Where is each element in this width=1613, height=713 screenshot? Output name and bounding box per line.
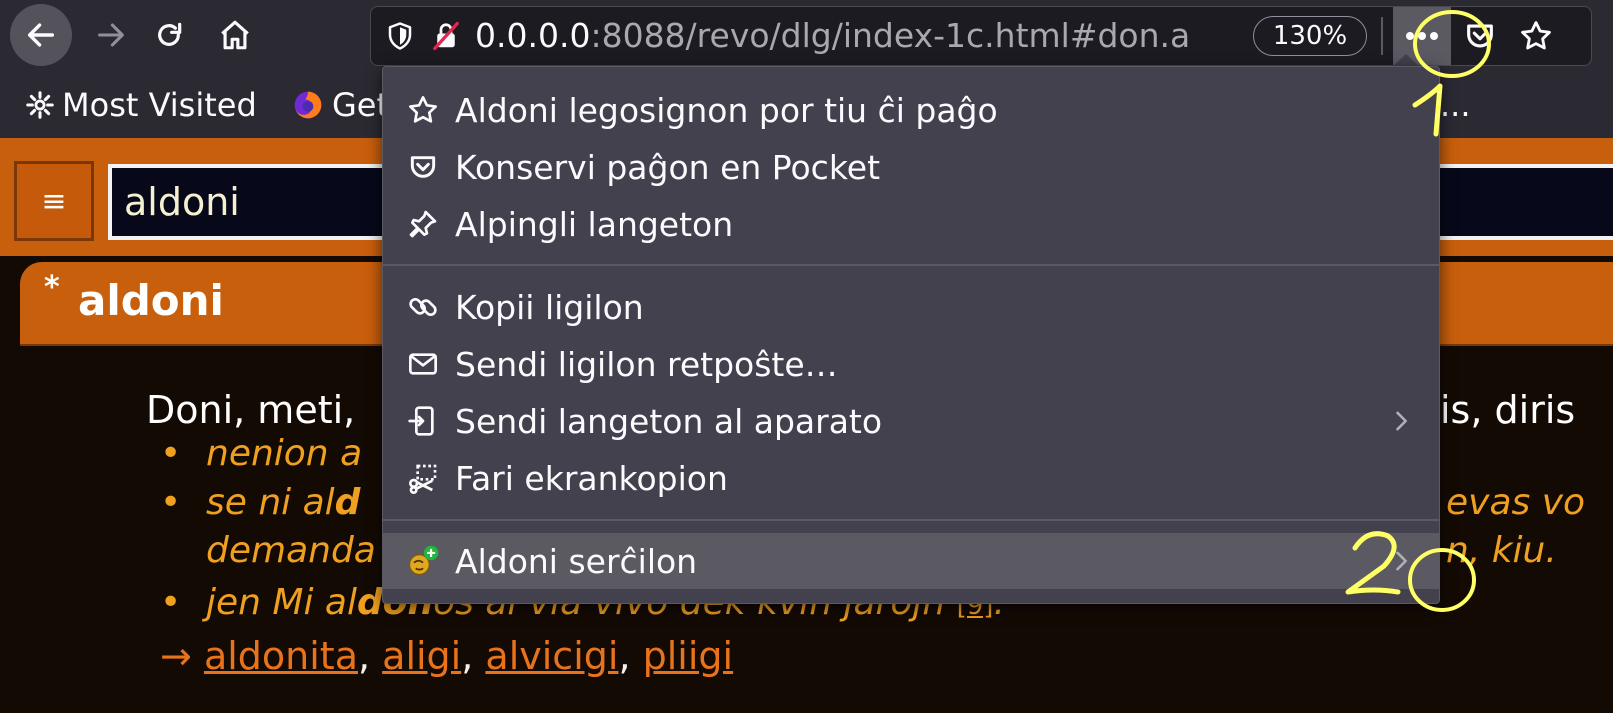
pocket-icon — [1467, 24, 1493, 48]
bookmark-label: Most Visited — [62, 86, 257, 124]
chevron-right-icon — [1396, 551, 1407, 571]
pocket-icon — [405, 149, 441, 185]
menu-item-label: Aldoni serĉilon — [455, 541, 698, 581]
arrow-right-icon — [98, 23, 124, 47]
bullet: • — [160, 433, 182, 474]
more-dots-icon — [1406, 32, 1438, 40]
menu-item-label: Sendi langeton al aparato — [455, 401, 883, 441]
menu-item-copy-link[interactable]: Kopii ligilon — [383, 279, 1439, 335]
menu-item-bookmark[interactable]: Aldoni legosignon por tiu ĉi paĝo — [383, 82, 1439, 138]
star-icon — [1521, 21, 1551, 50]
definition-text: Doni, meti, — [146, 388, 356, 432]
home-button[interactable] — [210, 10, 260, 60]
link-alvicigi[interactable]: alvicigi — [485, 634, 618, 678]
url-bar-divider — [1381, 17, 1383, 55]
link-pliigi[interactable]: pliigi — [643, 634, 733, 678]
see-also-line: → aldonita, aligi, alvicigi, pliigi — [160, 634, 734, 678]
article-title: aldoni — [78, 276, 224, 325]
link-aldonita[interactable]: aldonita — [204, 634, 358, 678]
example-2-cont-tail: n, kiu. — [1446, 530, 1557, 571]
home-icon — [221, 20, 249, 50]
menu-separator — [383, 519, 1439, 521]
bookmark-get[interactable]: Get — [292, 86, 389, 124]
firefox-icon — [294, 91, 322, 119]
menu-item-add-search-engine[interactable]: Aldoni serĉilon — [383, 533, 1439, 589]
link-aligi[interactable]: aligi — [382, 634, 461, 678]
example-2-cont: demanda — [206, 530, 376, 571]
reload-icon — [158, 22, 182, 46]
pin-icon — [405, 206, 441, 242]
page-actions-menu: Aldoni legosignon por tiu ĉi paĝo Konser… — [382, 66, 1440, 604]
menu-item-take-screenshot[interactable]: Fari ekrankopion — [383, 450, 1439, 506]
url-host: 0.0.0.0 — [475, 16, 591, 55]
example-2-tail: evas vo — [1446, 482, 1586, 523]
example-1: nenion a — [206, 433, 363, 474]
link-icon — [405, 289, 441, 325]
screenshot-icon — [405, 460, 441, 496]
definition-text-tail: is, diris — [1440, 388, 1576, 432]
bookmarks-overflow[interactable]: ... — [1440, 86, 1471, 124]
zoom-level-badge[interactable]: 130% — [1253, 16, 1367, 56]
hamburger-menu-button[interactable]: ≡ — [14, 161, 94, 241]
bookmark-label: Get — [332, 86, 390, 124]
see-also-arrow: → — [160, 634, 192, 678]
menu-item-label: Aldoni legosignon por tiu ĉi paĝo — [455, 90, 998, 130]
article-star: * — [44, 270, 60, 305]
menu-item-label: Konservi paĝon en Pocket — [455, 147, 881, 187]
forward-button[interactable] — [86, 10, 136, 60]
back-button[interactable] — [10, 4, 72, 66]
gear-icon — [26, 91, 54, 119]
bookmark-most-visited[interactable]: Most Visited — [26, 86, 257, 124]
url-text[interactable]: 0.0.0.0:8088/revo/dlg/index-1c.html#don.… — [475, 15, 1235, 57]
insecure-lock-icon[interactable] — [431, 21, 461, 51]
menu-item-save-to-pocket[interactable]: Konservi paĝon en Pocket — [383, 139, 1439, 195]
arrow-left-icon — [27, 23, 55, 47]
menu-item-label: Fari ekrankopion — [455, 458, 728, 498]
menu-item-email-link[interactable]: Sendi ligilon retpoŝte… — [383, 336, 1439, 392]
browser-toolbar: 0.0.0.0:8088/revo/dlg/index-1c.html#don.… — [0, 0, 1613, 72]
send-device-icon — [405, 403, 441, 439]
chevron-right-icon — [1396, 411, 1407, 431]
star-icon — [405, 92, 441, 128]
menu-item-label: Sendi ligilon retpoŝte… — [455, 344, 838, 384]
menu-item-label: Alpingli langeton — [455, 204, 734, 244]
example-3-text: jen Mi al — [206, 582, 357, 623]
add-search-engine-icon — [405, 543, 441, 579]
menu-separator — [383, 264, 1439, 266]
example-2: se ni ald — [206, 482, 360, 523]
tracking-protection-icon[interactable] — [385, 21, 415, 51]
example-2-text: se ni al — [206, 482, 335, 523]
reload-button[interactable] — [144, 10, 194, 60]
menu-item-label: Kopii ligilon — [455, 287, 644, 327]
menu-item-send-tab-to-device[interactable]: Sendi langeton al aparato — [383, 393, 1439, 449]
pocket-button[interactable] — [1463, 19, 1497, 53]
bookmark-star-button[interactable] — [1519, 19, 1553, 53]
menu-item-pin-tab[interactable]: Alpingli langeton — [383, 196, 1439, 252]
mail-icon — [405, 346, 441, 382]
url-path: :8088/revo/dlg/index-1c.html#don.a — [590, 16, 1191, 55]
example-2-bold: d — [334, 482, 361, 523]
bullet: • — [160, 482, 182, 523]
bullet: • — [160, 582, 182, 623]
